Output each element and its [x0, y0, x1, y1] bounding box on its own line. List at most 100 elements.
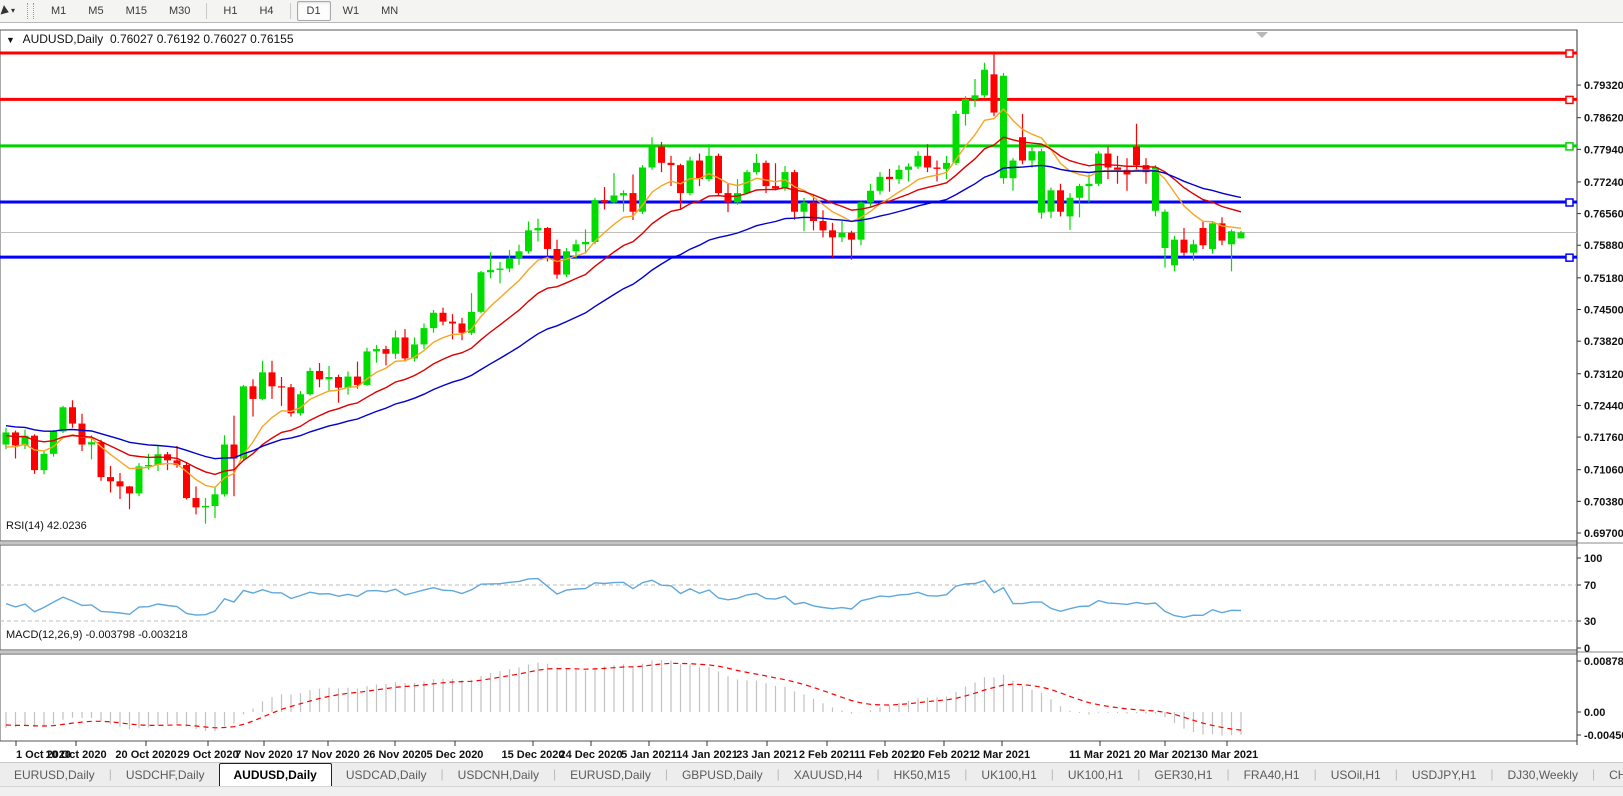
ohlc-open: 0.76027 [109, 32, 154, 46]
timeframe-button-m5[interactable]: M5 [78, 1, 113, 21]
chart-tab-usdcad-daily[interactable]: USDCAD,Daily [332, 765, 441, 787]
candle-body [848, 232, 855, 240]
toolbar-separator [289, 3, 291, 19]
candle-body [259, 372, 266, 399]
date-axis-label[interactable]: 5 Dec 2020 [427, 749, 484, 761]
chart-tab-uk100-h1[interactable]: UK100,H1 [1054, 765, 1137, 787]
chart-title[interactable]: ▼ AUDUSD,Daily 0.76027 0.76192 0.76027 0… [6, 32, 294, 46]
candle-body [1019, 137, 1026, 161]
candle-body [715, 155, 722, 194]
candle-body [876, 176, 884, 191]
toolbar-grip-handle[interactable] [27, 3, 35, 19]
candle-body [838, 232, 846, 238]
candle-body [1199, 228, 1207, 246]
date-axis-label[interactable]: 26 Nov 2020 [363, 749, 427, 761]
chart-tab-dj30-weekly[interactable]: DJ30,Weekly [1493, 765, 1591, 787]
price-axis-label: 0.70380 [1584, 496, 1623, 508]
price-axis-label: 0.76560 [1584, 209, 1623, 221]
candle-body [116, 481, 124, 487]
candle-body [135, 466, 143, 494]
candle-body [325, 377, 333, 380]
date-axis-label[interactable]: 20 Feb 2021 [913, 749, 975, 761]
date-axis-label[interactable]: 29 Oct 2020 [177, 749, 238, 761]
date-axis-label[interactable]: 11 Feb 2021 [854, 749, 916, 761]
macd-axis-label: 0.008785 [1584, 656, 1623, 668]
timeframe-button-mn[interactable]: MN [371, 1, 408, 21]
timeframe-button-w1[interactable]: W1 [333, 1, 370, 21]
price-axis-label: 0.73820 [1584, 336, 1623, 348]
chart-tab-eurusd-daily[interactable]: EURUSD,Daily [0, 765, 109, 787]
date-axis-label[interactable]: 20 Mar 2021 [1134, 749, 1196, 761]
candle-body [12, 432, 19, 446]
timeframe-button-h4[interactable]: H4 [249, 1, 283, 21]
chart-tab-uk100-h1[interactable]: UK100,H1 [967, 765, 1050, 787]
candle-body [420, 328, 428, 345]
date-axis-label[interactable]: 30 Mar 2021 [1196, 749, 1258, 761]
date-axis-label[interactable]: 11 Mar 2021 [1069, 749, 1131, 761]
candle-body [696, 160, 703, 180]
candle-body [1047, 190, 1055, 212]
candle-body [354, 376, 361, 385]
candle-body [1028, 151, 1036, 161]
date-axis-label[interactable]: 5 Jan 2021 [621, 749, 677, 761]
chart-tab-hk50-m15[interactable]: HK50,M15 [880, 765, 965, 787]
candle-body [2, 432, 10, 445]
chart-tab-gbpusd-daily[interactable]: GBPUSD,Daily [668, 765, 777, 787]
candle-body [525, 230, 532, 252]
candle-body [401, 337, 409, 359]
candle-body [88, 442, 95, 445]
chart-tab-usdchf-daily[interactable]: USDCHF,Daily [112, 765, 219, 787]
date-axis-label[interactable]: 24 Dec 2020 [560, 749, 623, 761]
candle-body [240, 386, 247, 459]
date-axis-label[interactable]: 17 Nov 2020 [296, 749, 360, 761]
date-axis-label[interactable]: 10 Oct 2020 [45, 749, 106, 761]
cursor-tool-button[interactable]: ▾ [0, 0, 21, 22]
candle-body [563, 251, 570, 275]
candle-body [449, 321, 456, 324]
chart-tab-usoil-h1[interactable]: USOil,H1 [1317, 765, 1395, 787]
price-axis-label: 0.78620 [1584, 113, 1623, 125]
price-axis-label: 0.77940 [1584, 144, 1623, 156]
chart-tab-eurusd-daily[interactable]: EURUSD,Daily [556, 765, 665, 787]
date-axis-label[interactable]: 7 Nov 2020 [235, 749, 292, 761]
timeframe-button-m30[interactable]: M30 [159, 1, 200, 21]
date-axis-label[interactable]: 2 Feb 2021 [799, 749, 855, 761]
timeframe-button-m15[interactable]: M15 [116, 1, 157, 21]
chart-tab-fra40-h1[interactable]: FRA40,H1 [1230, 765, 1314, 787]
candle-body [477, 272, 485, 312]
candle-body [373, 349, 380, 352]
chart-tab-usdjpy-h1[interactable]: USDJPY,H1 [1398, 765, 1490, 787]
date-axis-label[interactable]: 23 Jan 2021 [736, 749, 798, 761]
candle-body [677, 165, 684, 194]
candle-body [344, 376, 352, 388]
chart-area[interactable]: 0.79320 0.78620 0.77940 0.77240 0.76560 0.758… [0, 28, 1623, 762]
candle-body [316, 370, 323, 380]
candle-body [1209, 223, 1216, 249]
candle-body [306, 370, 314, 395]
candle-body [791, 172, 798, 212]
date-axis-label[interactable]: 14 Jan 2021 [676, 749, 738, 761]
date-axis-label[interactable]: 20 Oct 2020 [115, 749, 176, 761]
main-pane [0, 29, 1578, 542]
timeframe-button-h1[interactable]: H1 [213, 1, 247, 21]
chart-canvas[interactable]: 0.79320 0.78620 0.77940 0.77240 0.76560 0.758… [0, 28, 1623, 762]
candle-body [1161, 211, 1169, 249]
status-bar [0, 786, 1623, 796]
level-handle [1565, 253, 1574, 262]
timeframe-button-d1[interactable]: D1 [296, 1, 331, 21]
timeframe-button-m1[interactable]: M1 [41, 1, 76, 21]
chart-tab-ger30-h1[interactable]: GER30,H1 [1140, 765, 1226, 787]
chart-tab-china300-h1[interactable]: CHINA300,H1 [1595, 765, 1623, 787]
date-axis-label[interactable]: 15 Dec 2020 [502, 749, 565, 761]
chart-tab-audusd-daily[interactable]: AUDUSD,Daily [218, 763, 332, 787]
candle-body [439, 312, 447, 322]
chart-tab-usdcnh-daily[interactable]: USDCNH,Daily [444, 765, 553, 787]
macd-axis-label: 0.00 [1584, 707, 1605, 719]
candle-body [221, 444, 228, 495]
date-axis-label[interactable]: 2 Mar 2021 [974, 749, 1030, 761]
candle-body [1133, 146, 1140, 166]
candle-body [40, 453, 48, 471]
candle-body [1114, 167, 1121, 170]
chart-tab-xauusd-h4[interactable]: XAUUSD,H4 [780, 765, 877, 787]
chart-tab-bar: EURUSD,Daily | USDCHF,Daily AUDUSD,Daily USD… [0, 762, 1623, 787]
